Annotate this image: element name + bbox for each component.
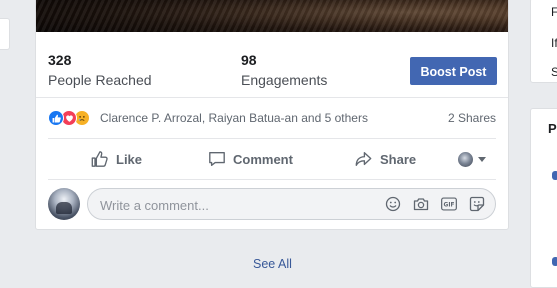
right-sidebar-card-2: P (530, 108, 557, 288)
like-button[interactable]: Like (90, 139, 142, 179)
camera-icon[interactable] (413, 196, 429, 212)
right-card-icon-1 (552, 171, 557, 180)
comment-bubble-icon (209, 152, 225, 166)
post-as-selector[interactable] (458, 151, 486, 167)
like-icon (48, 110, 64, 126)
like-label: Like (116, 151, 143, 167)
reaction-names-link[interactable]: Clarence P. Arrozal, Raiyan Batua-an and… (100, 110, 368, 126)
see-all-link[interactable]: See All (253, 256, 292, 272)
comment-input[interactable] (98, 189, 362, 221)
shares-count-link[interactable]: 2 Shares (448, 110, 496, 126)
page-avatar-small (458, 151, 473, 167)
post-actions: Like Comment Share (48, 139, 496, 180)
comment-composer: GIF (48, 187, 496, 221)
right-sidebar-card: F If S (530, 0, 557, 83)
right-card-line-3: S (551, 65, 557, 79)
share-arrow-icon (355, 152, 372, 166)
svg-text:GIF: GIF (444, 202, 455, 208)
engagements-label: Engagements (241, 72, 328, 88)
left-column-card-edge (0, 18, 10, 50)
right-card-line-2: If (551, 36, 557, 50)
comment-box: GIF (87, 188, 496, 221)
caret-down-icon (478, 156, 486, 162)
right-card-line-1: F (551, 5, 557, 19)
sticker-icon[interactable] (469, 196, 485, 212)
engagements-stat: 98 Engagements (241, 51, 327, 89)
reaction-icons[interactable] (48, 110, 98, 126)
commenter-avatar[interactable] (48, 188, 80, 220)
people-reached-stat: 328 People Reached (48, 51, 152, 89)
share-label: Share (380, 151, 417, 167)
boost-post-button[interactable]: Boost Post (410, 57, 497, 85)
people-reached-label: People Reached (48, 72, 152, 88)
thumbs-up-icon (91, 151, 108, 167)
post-card: 328 People Reached 98 Engagements Boost … (35, 0, 509, 230)
reactions-summary: Clarence P. Arrozal, Raiyan Batua-an and… (48, 98, 496, 139)
post-photo[interactable] (36, 0, 508, 32)
comment-button[interactable]: Comment (208, 139, 293, 179)
gif-icon[interactable]: GIF (441, 196, 457, 212)
right-card-header: P (548, 121, 557, 136)
emoji-icon[interactable] (385, 196, 401, 212)
share-button[interactable]: Share (354, 139, 416, 179)
comment-label: Comment (233, 151, 293, 167)
engagements-value: 98 (241, 52, 257, 68)
right-card-icon-2 (552, 257, 557, 266)
post-insights: 328 People Reached 98 Engagements Boost … (36, 43, 508, 98)
people-reached-value: 328 (48, 52, 72, 68)
